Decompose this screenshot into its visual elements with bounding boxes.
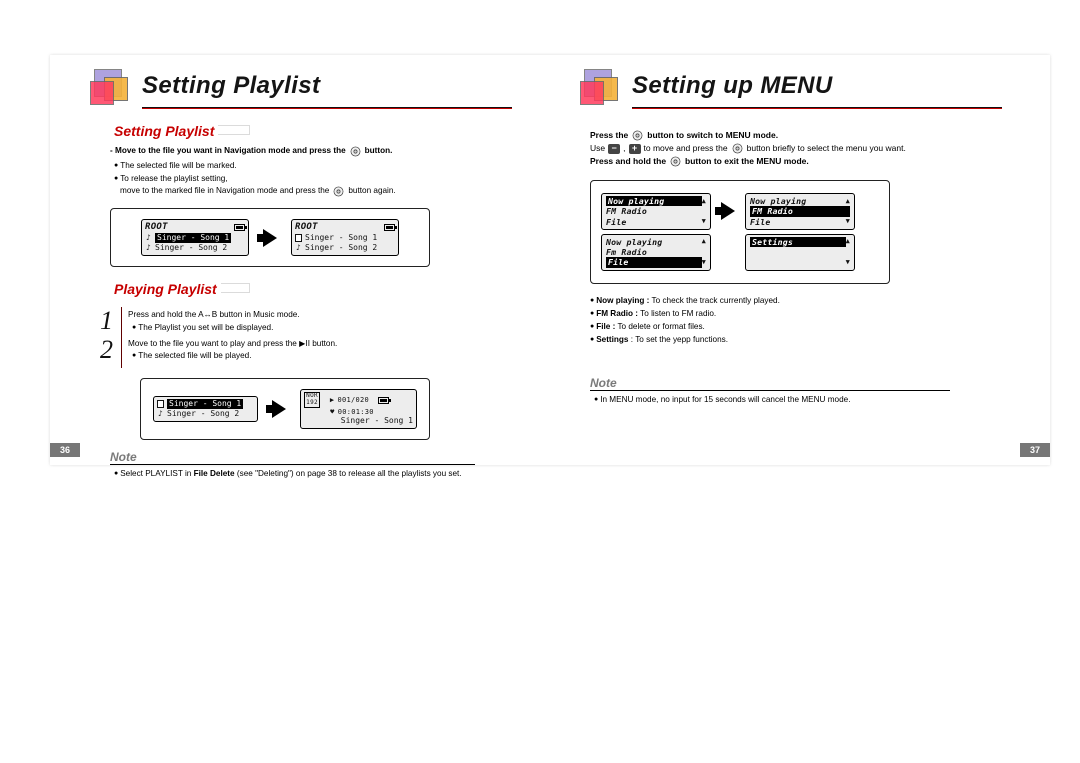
step-numbers: 12 [98,307,122,368]
page-title: Setting up MENU [632,72,833,100]
music-note-icon: ♪ [145,233,152,243]
subhead-playing: Playing Playlist [110,281,520,297]
page-number: 37 [1020,443,1050,457]
arrow-right-icon [263,229,277,247]
lcd-song: Singer - Song 1 [341,416,413,426]
lcd-line: Singer - Song 1 [167,399,243,409]
lcd-line: Singer - Song 1 [155,233,231,243]
lcd-header: ROOT [145,222,168,233]
title-underline [142,107,512,109]
lcd-root-2: ROOT Singer - Song 1 ♪Singer - Song 2 [291,219,399,256]
note-title: Note [110,450,520,464]
note-body: Select PLAYLIST in File Delete (see "Del… [110,468,520,481]
page-title-row: Setting Playlist [90,65,520,107]
lcd-menu-3: Now playing▲ Fm Radio File▼ [601,234,711,271]
step1: Press and hold the A↔B button in Music m… [128,309,337,321]
step2: Move to the file you want to play and pr… [128,338,337,350]
lcd-menu-4: Settings▲ ▼ [745,234,855,271]
battery-icon [234,224,245,231]
lcd-line: Singer - Song 2 [305,243,377,253]
plus-button-icon: + [629,144,641,154]
lcd-line: Singer - Song 1 [305,233,377,243]
nav-button-icon [332,185,345,198]
lcd-time: 00:01:30 [338,408,374,417]
setting-body: - Move to the file you want in Navigatio… [110,145,520,198]
subhead-text: Setting Playlist [110,123,218,139]
step1-bullet: The Playlist you set will be displayed. [132,322,337,335]
minus-button-icon: − [608,144,620,154]
menu-lcd-grid: Now playing▲ FM Radio File▼ Now playing▲… [590,180,890,284]
lcd-track: 001/020 [337,396,369,405]
nav-button-icon [669,155,682,168]
lcd-root-1: ROOT ♪Singer - Song 1 ♪Singer - Song 2 [141,219,249,256]
nav-button-icon [631,129,644,142]
file-icon [295,234,302,242]
bullet-release: To release the playlist setting, [114,173,520,186]
battery-icon [384,224,395,231]
page-36: Setting Playlist Setting Playlist - Move… [50,55,550,465]
bullet-release-line2-post: button again. [348,185,395,197]
title-underline [632,107,1002,109]
step2-bullet: The selected file will be played. [132,350,337,363]
bullet-release-line2-pre: move to the marked file in Navigation mo… [120,185,329,197]
arrow-right-icon [272,400,286,418]
music-note-icon: ♪ [295,243,302,253]
page-37: Setting up MENU Press the button to swit… [550,55,1050,465]
lcd-nowplaying: NOR 192 ▶ 001/020 ♥ 00:01:30 Singer - So… [300,389,417,429]
lcd-line: Singer - Song 2 [167,409,239,419]
note-title: Note [590,376,1010,390]
lcd-menu-1: Now playing▲ FM Radio File▼ [601,193,711,230]
title-ornament [90,65,132,107]
manual-spread: Setting Playlist Setting Playlist - Move… [50,55,1050,465]
step-text-col: Press and hold the A↔B button in Music m… [128,307,337,368]
steps-block: 12 Press and hold the A↔B button in Musi… [98,307,520,368]
music-note-icon: ♪ [145,243,152,253]
lcd-bitrate: 192 [306,399,318,406]
battery-icon [378,397,389,404]
instruction-pre: - Move to the file you want in Navigatio… [110,145,346,157]
page-number: 36 [50,443,80,457]
menu-instructions: Press the button to switch to MENU mode.… [590,129,1010,168]
lcd-group-root: ROOT ♪Singer - Song 1 ♪Singer - Song 2 R… [110,208,430,267]
lcd-playlist: Singer - Song 1 ♪Singer - Song 2 [153,396,258,422]
arrow-right-icon [721,202,735,220]
nav-button-icon [349,145,362,158]
lcd-line: Singer - Song 2 [155,243,227,253]
page-title: Setting Playlist [142,72,320,100]
nav-button-icon [731,142,744,155]
music-note-icon: ♪ [157,409,164,419]
lcd-group-playing: Singer - Song 1 ♪Singer - Song 2 NOR 192… [140,378,430,440]
bullet-selected: The selected file will be marked. [114,160,520,173]
lcd-menu-2: Now playing▲ FM Radio File▼ [745,193,855,230]
note-body: In MENU mode, no input for 15 seconds wi… [590,394,1010,407]
file-icon [157,400,164,408]
lcd-header: ROOT [295,222,318,233]
title-ornament [580,65,622,107]
subhead-text: Playing Playlist [110,281,221,297]
subhead-setting: Setting Playlist [110,123,520,139]
page-title-row: Setting up MENU [580,65,1010,107]
menu-descriptions: Now playing : To check the track current… [590,294,1010,347]
instruction-post: button. [365,145,393,157]
